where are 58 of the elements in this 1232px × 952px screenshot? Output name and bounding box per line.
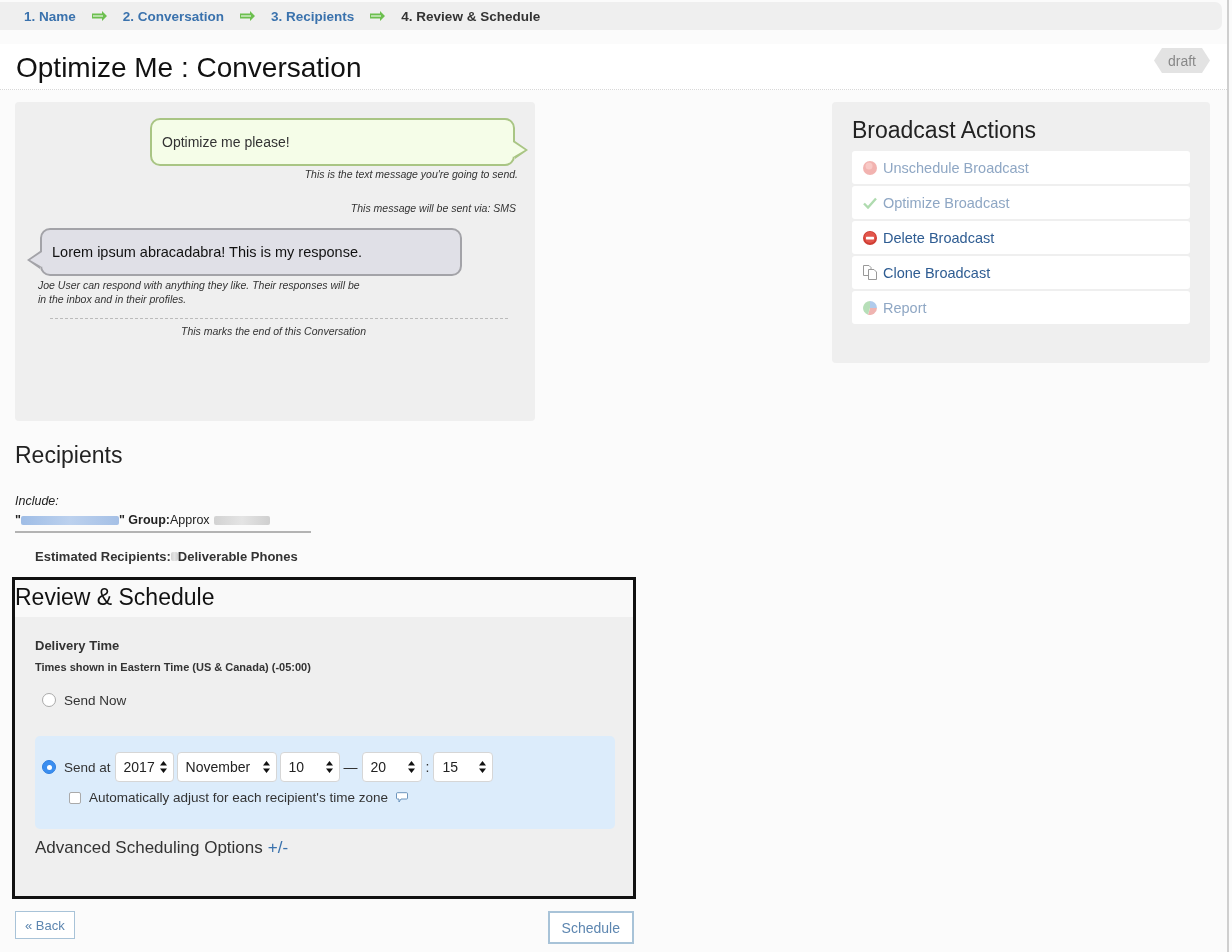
hour-select[interactable]: 20 — [361, 752, 422, 782]
timezone-note: Times shown in Eastern Time (US & Canada) (-05:00) — [35, 660, 312, 674]
panel-title: Broadcast Actions — [852, 116, 1038, 144]
quote-mark: " — [15, 512, 21, 528]
message-text: Optimize me please! — [162, 134, 290, 150]
circle-icon — [863, 160, 877, 175]
reply-caption: Joe User can respond with anything they like. Their responses will be in the inbox and in their profiles. — [37, 278, 361, 306]
action-item[interactable]: Clone Broadcast — [852, 256, 1190, 289]
estimate-unit: Deliverable Phones — [177, 549, 298, 564]
page-title: Optimize Me : Conversation — [16, 52, 362, 84]
schedule-button[interactable]: Schedule — [547, 911, 634, 944]
speech-bubble-icon[interactable] — [396, 792, 408, 803]
caret-icon — [325, 761, 333, 773]
radio-button[interactable] — [42, 760, 56, 774]
back-button[interactable]: « Back — [15, 911, 75, 939]
caret-icon — [262, 761, 270, 773]
channel-note: This message will be sent via: SMS — [349, 202, 517, 214]
advanced-options-label: Advanced Scheduling Options — [35, 837, 263, 859]
day-select[interactable]: 10 — [279, 752, 340, 782]
time-separator: : — [424, 759, 431, 775]
end-note: This marks the end of this Conversation — [180, 325, 367, 337]
year-select[interactable]: 2017 — [114, 752, 174, 782]
section-title: Recipients — [15, 441, 124, 469]
include-label: Include: — [15, 493, 60, 509]
status-tag: draft — [1154, 48, 1210, 73]
caret-icon — [159, 761, 167, 773]
caret-icon — [407, 761, 415, 773]
estimate-label: Estimated Recipients: — [35, 549, 171, 564]
month-select[interactable]: November — [176, 752, 277, 782]
blurred-link[interactable] — [20, 515, 119, 525]
arrow-right-icon — [240, 11, 256, 21]
blurred-text — [213, 515, 270, 525]
group-type-label: " Group: — [118, 512, 170, 528]
blurred-text — [170, 552, 178, 561]
arrow-right-icon — [370, 11, 386, 21]
action-item[interactable]: Delete Broadcast — [852, 221, 1190, 254]
time-separator: — — [342, 759, 359, 775]
caret-icon — [479, 761, 487, 773]
minute-select[interactable]: 15 — [433, 752, 494, 782]
wizard-step[interactable]: 2. Conversation — [122, 8, 225, 24]
radio-button[interactable] — [42, 693, 56, 707]
wizard-step[interactable]: 4. Review & Schedule — [401, 8, 541, 24]
approx-label: Approx — [170, 512, 210, 528]
checkbox-label: Automatically adjust for each recipient's time zone — [89, 790, 388, 805]
pie-chart-icon — [863, 300, 877, 315]
option-label: Send at — [64, 759, 111, 775]
copy-icon — [863, 265, 877, 280]
toggle-link[interactable]: +/- — [267, 837, 289, 859]
minus-circle-icon — [863, 230, 877, 245]
wizard-step[interactable]: 3. Recipients — [271, 8, 355, 24]
check-icon — [863, 196, 877, 209]
message-caption: This is the text message you're going to send. — [303, 168, 519, 180]
arrow-right-icon — [91, 11, 107, 21]
wizard-step[interactable]: 1. Name — [24, 8, 76, 24]
option-label: Send Now — [64, 692, 127, 708]
delivery-time-title: Delivery Time — [35, 638, 121, 654]
checkbox[interactable] — [69, 791, 81, 804]
reply-text: Lorem ipsum abracadabra! This is my response. — [52, 244, 362, 260]
